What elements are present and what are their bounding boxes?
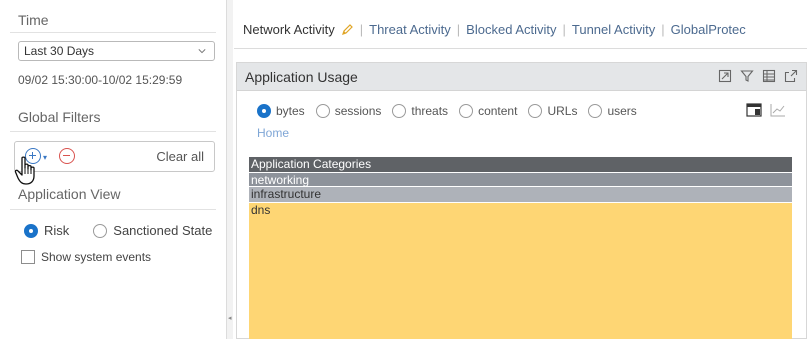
metric-radio-group: bytes sessions threats content URLs user…: [257, 104, 648, 118]
divider: [10, 32, 216, 33]
pencil-icon[interactable]: [341, 23, 354, 36]
risk-label: Risk: [44, 223, 70, 238]
application-view-options: Risk Sanctioned State: [24, 223, 212, 238]
show-system-events-checkbox[interactable]: [21, 250, 35, 264]
risk-radio[interactable]: [24, 223, 38, 238]
urls-label: URLs: [547, 104, 578, 118]
urls-radio[interactable]: [528, 104, 543, 118]
application-view-title: Application View: [18, 186, 121, 202]
hand-cursor-icon: [14, 156, 35, 185]
tab-network-activity[interactable]: Network Activity: [243, 22, 335, 37]
time-range-select[interactable]: Last 30 Days: [18, 41, 215, 61]
clear-all-button[interactable]: Clear all: [156, 149, 204, 164]
application-usage-widget: Application Usage bytes sessions threats…: [236, 62, 807, 339]
widget-title: Application Usage: [245, 69, 358, 85]
show-system-events-label: Show system events: [41, 250, 152, 264]
jump-icon[interactable]: [718, 69, 732, 83]
tab-divider: [234, 48, 807, 49]
treemap-cell-infrastructure[interactable]: infrastructure: [249, 186, 792, 202]
view-toggle-group: [746, 103, 786, 117]
content-radio[interactable]: [459, 104, 474, 118]
threats-label: threats: [411, 104, 449, 118]
widget-header: Application Usage: [237, 63, 806, 91]
users-label: users: [607, 104, 637, 118]
tab-threat-activity[interactable]: Threat Activity: [369, 22, 451, 37]
metric-content[interactable]: content: [459, 104, 517, 118]
treemap-cell-networking[interactable]: networking: [249, 172, 792, 187]
chevron-down-icon: [198, 49, 206, 54]
bytes-radio[interactable]: [257, 104, 271, 118]
content-label: content: [478, 104, 518, 118]
line-chart-view-icon[interactable]: [770, 103, 786, 117]
sanctioned-state-label: Sanctioned State: [113, 223, 213, 238]
users-radio[interactable]: [588, 104, 603, 118]
application-treemap: Application Categories networking infras…: [249, 157, 792, 339]
collapse-arrow-icon[interactable]: ◂: [228, 314, 232, 322]
export-icon[interactable]: [784, 69, 798, 83]
caret-down-icon[interactable]: ▾: [43, 153, 47, 162]
divider: [10, 131, 216, 132]
metric-sessions[interactable]: sessions: [315, 104, 382, 118]
show-system-events-row[interactable]: Show system events: [21, 250, 151, 264]
widget-toolbar: [718, 69, 798, 83]
left-panel: Time Last 30 Days 09/02 15:30:00-10/02 1…: [0, 0, 226, 339]
time-section-title: Time: [18, 12, 49, 28]
sanctioned-state-radio[interactable]: [93, 223, 108, 238]
global-filters-title: Global Filters: [18, 109, 101, 125]
metric-urls[interactable]: URLs: [528, 104, 577, 118]
panel-splitter[interactable]: ◂: [226, 0, 233, 339]
treemap-cell-dns[interactable]: dns: [249, 202, 792, 339]
bytes-label: bytes: [276, 104, 305, 118]
treemap-view-icon[interactable]: [746, 103, 762, 117]
tab-separator: |: [661, 22, 665, 37]
metric-users[interactable]: users: [588, 104, 637, 118]
tab-blocked-activity[interactable]: Blocked Activity: [466, 22, 556, 37]
tab-separator: |: [359, 22, 364, 37]
treemap-header: Application Categories: [249, 157, 792, 172]
table-view-icon[interactable]: [762, 69, 776, 83]
time-range-text: 09/02 15:30:00-10/02 15:29:59: [18, 73, 183, 87]
tab-separator: |: [562, 22, 566, 37]
remove-filter-icon[interactable]: [59, 148, 75, 164]
threats-radio[interactable]: [392, 104, 407, 118]
sessions-label: sessions: [334, 104, 382, 118]
metric-bytes[interactable]: bytes: [257, 104, 305, 118]
tab-bar: Network Activity | Threat Activity | Blo…: [243, 22, 746, 37]
metric-threats[interactable]: threats: [392, 104, 448, 118]
sessions-radio[interactable]: [315, 104, 330, 118]
filter-icon[interactable]: [740, 69, 754, 83]
divider: [10, 209, 216, 210]
tab-separator: |: [456, 22, 461, 37]
breadcrumb-home[interactable]: Home: [257, 126, 289, 140]
global-filters-box: ▾ Clear all: [14, 141, 215, 172]
time-range-select-value: Last 30 Days: [24, 44, 95, 58]
tab-globalprotect[interactable]: GlobalProtec: [671, 22, 746, 37]
tab-tunnel-activity[interactable]: Tunnel Activity: [572, 22, 655, 37]
